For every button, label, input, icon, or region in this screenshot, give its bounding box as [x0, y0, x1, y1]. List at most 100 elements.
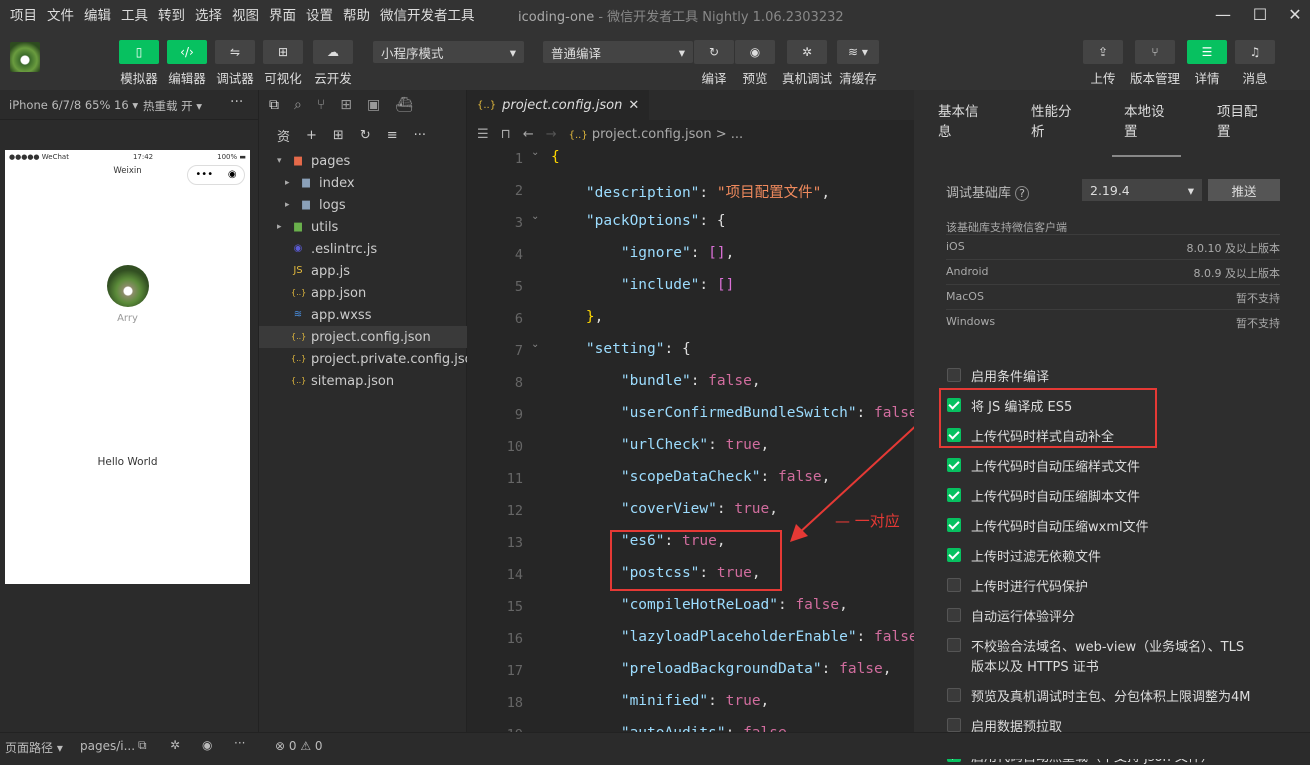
close-button[interactable]: ✕	[1275, 0, 1310, 28]
messages-button[interactable]: ♫	[1235, 40, 1275, 64]
extensions-icon[interactable]: ⊞	[340, 97, 352, 113]
details-tab-3[interactable]: 项目配置	[1217, 100, 1262, 140]
maximize-button[interactable]: ☐	[1240, 0, 1280, 28]
more-icon[interactable]: ···	[414, 128, 426, 143]
page-path-select[interactable]: 页面路径 ▾	[5, 739, 63, 756]
more-icon[interactable]: ···	[234, 736, 245, 750]
upload-button[interactable]: ⇪	[1083, 40, 1123, 64]
menu-item-8[interactable]: 设置	[301, 4, 338, 24]
phone-screen[interactable]: ●●●●● WeChat 17:42 100% ▬ Weixin ••• ◉ Ar…	[5, 150, 250, 584]
new-folder-icon[interactable]: ⊞	[333, 128, 344, 143]
option-checkbox[interactable]	[947, 688, 961, 702]
visual-toggle-button[interactable]: ⊞	[263, 40, 303, 64]
upload-label: 上传	[1090, 71, 1116, 86]
menu-item-0[interactable]: 项目	[5, 4, 42, 24]
file-item[interactable]: JS app.js	[259, 260, 468, 282]
files-icon[interactable]: ⧉	[269, 97, 279, 113]
file-item[interactable]: {..} project.private.config.json	[259, 348, 481, 370]
code-line: "ignore": [],	[620, 245, 735, 261]
line-number: 4	[514, 247, 523, 263]
close-tab-icon[interactable]: ✕	[628, 98, 639, 113]
divider	[946, 309, 1280, 310]
preview-button[interactable]: ◉	[735, 40, 775, 64]
option-checkbox[interactable]	[947, 718, 961, 732]
file-item[interactable]: {..} sitemap.json	[259, 370, 468, 392]
menu-item-5[interactable]: 选择	[190, 4, 227, 24]
refresh-icon[interactable]: ↻	[360, 128, 371, 143]
git-icon[interactable]: ⑂	[317, 97, 325, 113]
option-checkbox[interactable]	[947, 488, 961, 502]
option-checkbox[interactable]	[947, 518, 961, 532]
details-tab-1[interactable]: 性能分析	[1031, 100, 1076, 140]
minimize-button[interactable]: —	[1203, 0, 1243, 28]
version-button[interactable]: ⑂	[1135, 40, 1175, 64]
list-icon[interactable]: ☰	[477, 127, 489, 142]
cloud-button[interactable]: ☁	[313, 40, 353, 64]
menu-item-9[interactable]: 帮助	[338, 4, 375, 24]
highlight-box-options	[939, 388, 1157, 448]
more-dots-icon[interactable]: •••	[195, 167, 213, 183]
details-tab-0[interactable]: 基本信息	[938, 100, 983, 140]
option-checkbox[interactable]	[947, 608, 961, 622]
file-item[interactable]: ▾ ▆ pages	[259, 150, 468, 172]
file-item[interactable]: {..} app.json	[259, 282, 468, 304]
docker-icon[interactable]: ⛴	[395, 97, 413, 113]
compile-button[interactable]: ↻	[694, 40, 734, 64]
option-checkbox[interactable]	[947, 638, 961, 652]
menu-item-2[interactable]: 编辑	[79, 4, 116, 24]
copy-icon[interactable]: ⧉	[138, 738, 147, 753]
menu-item-3[interactable]: 工具	[116, 4, 153, 24]
clear-cache-button[interactable]: ≋ ▾	[837, 40, 879, 64]
file-item[interactable]: ≋ app.wxss	[259, 304, 468, 326]
help-icon[interactable]: ?	[1015, 186, 1029, 201]
new-file-icon[interactable]: +	[306, 128, 317, 143]
option-checkbox[interactable]	[947, 548, 961, 562]
code-line: "packOptions": {	[585, 213, 726, 229]
option-checkbox[interactable]	[947, 368, 961, 382]
file-item[interactable]: ▸ ▆ utils	[259, 216, 468, 238]
menu-item-1[interactable]: 文件	[42, 4, 79, 24]
menu-item-7[interactable]: 界面	[264, 4, 301, 24]
fold-icon[interactable]: ⌄	[531, 211, 539, 222]
storage-icon[interactable]: ▣	[367, 97, 380, 113]
push-button[interactable]: 推送	[1208, 179, 1280, 201]
close-circle-icon[interactable]: ◉	[228, 167, 237, 183]
menu-item-10[interactable]: 微信开发者工具	[375, 4, 480, 24]
details-tab-2[interactable]: 本地设置	[1112, 100, 1181, 157]
tab-project-config[interactable]: {..} project.config.json ✕	[467, 90, 650, 120]
mode-select[interactable]: 小程序模式 ▾	[373, 41, 524, 63]
compile-mode-select[interactable]: 普通编译 ▾	[543, 41, 693, 63]
bookmark-icon[interactable]: ⊓	[501, 127, 511, 142]
menu-item-4[interactable]: 转到	[153, 4, 190, 24]
option-checkbox[interactable]	[947, 458, 961, 472]
back-icon[interactable]: ←	[523, 127, 534, 142]
debugger-toggle-button[interactable]: ⇋	[215, 40, 255, 64]
user-avatar[interactable]	[10, 42, 40, 72]
bug-icon[interactable]: ✲	[170, 738, 180, 752]
simulator-toggle-button[interactable]: ▯	[119, 40, 159, 64]
device-select[interactable]: iPhone 6/7/8 65% 16 ▾	[9, 98, 138, 112]
problems-count[interactable]: ⊗ 0 ⚠ 0	[275, 739, 323, 753]
option-checkbox[interactable]	[947, 578, 961, 592]
fold-icon[interactable]: ⌄	[531, 148, 539, 158]
file-item[interactable]: {..} project.config.json	[259, 326, 468, 348]
capsule-button[interactable]: ••• ◉	[187, 165, 245, 185]
file-item[interactable]: ◉ .eslintrc.js	[259, 238, 468, 260]
more-icon[interactable]: ···	[230, 94, 243, 110]
file-item[interactable]: ▸ ▆ logs	[259, 194, 468, 216]
search-icon[interactable]: ⌕	[294, 97, 302, 113]
forward-icon[interactable]: →	[546, 127, 557, 142]
base-lib-select[interactable]: 2.19.4 ▾	[1082, 179, 1202, 201]
collapse-icon[interactable]: ≡	[387, 128, 398, 143]
nav-title: Weixin	[113, 166, 142, 176]
remote-debug-button[interactable]: ✲	[787, 40, 827, 64]
line-number: 14	[506, 567, 523, 583]
line-number: 16	[506, 631, 523, 647]
editor-toggle-button[interactable]: ‹/›	[167, 40, 207, 64]
menu-item-6[interactable]: 视图	[227, 4, 264, 24]
hot-reload-select[interactable]: 热重载 开 ▾	[143, 98, 202, 114]
details-button[interactable]: ☰	[1187, 40, 1227, 64]
eye-icon[interactable]: ◉	[202, 738, 212, 752]
fold-icon[interactable]: ⌄	[531, 339, 539, 350]
file-item[interactable]: ▸ ▆ index	[259, 172, 468, 194]
